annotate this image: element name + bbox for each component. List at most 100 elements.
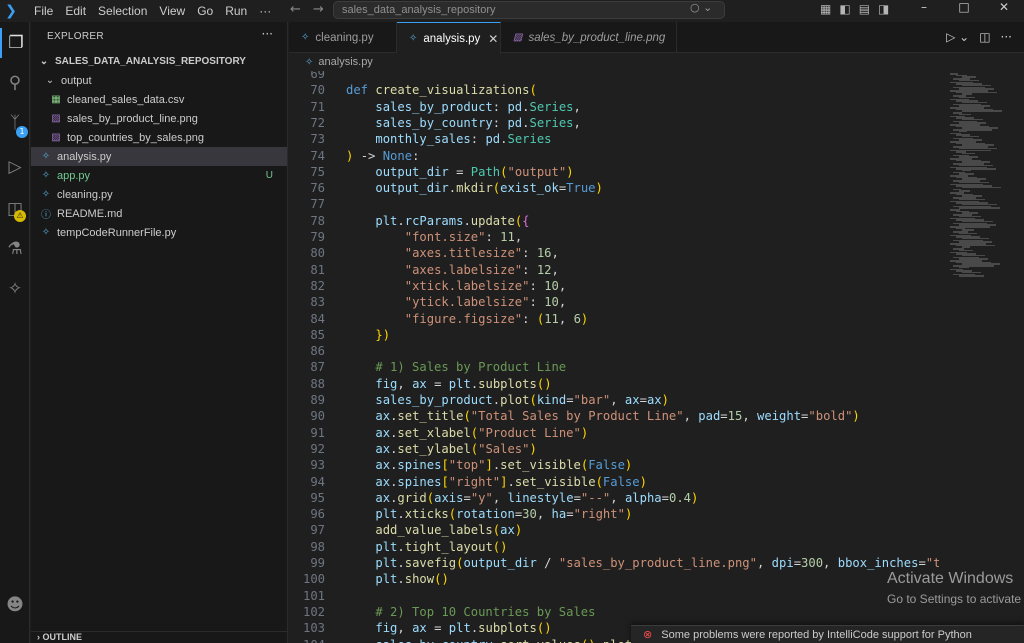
toggle-panel-icon[interactable]: ▤ bbox=[859, 2, 870, 16]
menu-more[interactable]: ··· bbox=[253, 4, 277, 18]
explorer-icon[interactable]: ❐ bbox=[0, 28, 30, 58]
maximize-button[interactable]: □ bbox=[944, 0, 984, 14]
code-line[interactable]: 98 plt.tight_layout() bbox=[289, 539, 939, 555]
menu-edit[interactable]: Edit bbox=[59, 4, 92, 18]
chevron-right-icon: › bbox=[37, 632, 40, 642]
run-debug-icon[interactable]: ▷ bbox=[0, 152, 30, 182]
code-line[interactable]: 83 "ytick.labelsize": 10, bbox=[289, 294, 939, 310]
code-line[interactable]: 78 plt.rcParams.update({ bbox=[289, 213, 939, 229]
line-number: 92 bbox=[310, 441, 325, 456]
code-line[interactable]: 90 ax.set_title("Total Sales by Product … bbox=[289, 408, 939, 424]
code-line[interactable]: 85 }) bbox=[289, 327, 939, 343]
line-number: 96 bbox=[310, 507, 325, 522]
menu-selection[interactable]: Selection bbox=[92, 4, 153, 18]
tree-item-tempcoderunnerfile[interactable]: ✧ tempCodeRunnerFile.py bbox=[31, 223, 287, 242]
minimize-button[interactable]: – bbox=[904, 0, 944, 14]
notification-toast[interactable]: ⊗ Some problems were reported by Intelli… bbox=[631, 625, 1024, 643]
code-line[interactable]: 74) -> None: bbox=[289, 148, 939, 164]
code-line[interactable]: 88 fig, ax = plt.subplots() bbox=[289, 376, 939, 392]
tree-item-label: README.md bbox=[57, 207, 123, 220]
toggle-sidebar-icon[interactable]: ◧ bbox=[839, 2, 850, 16]
line-number: 83 bbox=[310, 295, 325, 310]
code-line[interactable]: 96 plt.xticks(rotation=30, ha="right") bbox=[289, 506, 939, 522]
code-editor[interactable]: 69 70 def create_visualizations(71 sales_b… bbox=[289, 71, 939, 643]
code-line[interactable]: 82 "xtick.labelsize": 10, bbox=[289, 278, 939, 294]
tab-analysis-py[interactable]: ✧ analysis.py ✕ bbox=[397, 22, 501, 54]
tree-item-analysis-py[interactable]: ✧ analysis.py bbox=[31, 147, 287, 166]
code-line[interactable]: 87 # 1) Sales by Product Line bbox=[289, 359, 939, 375]
line-code: plt.rcParams.update({ bbox=[375, 213, 530, 228]
menu-file[interactable]: File bbox=[28, 4, 59, 18]
python-icon[interactable]: ✧ bbox=[0, 274, 30, 304]
chevron-down-icon: ⌄ bbox=[45, 75, 55, 86]
back-arrow-icon[interactable]: ← bbox=[290, 2, 301, 17]
activity-bar: ❐ ⚲ ᛉ 1 ▷ ◫ ⚠ ⚗ ✧ ☻ bbox=[0, 22, 30, 643]
tree-item-label: top_countries_by_sales.png bbox=[67, 131, 204, 144]
code-line[interactable]: 93 ax.spines["top"].set_visible(False) bbox=[289, 457, 939, 473]
code-line[interactable]: 75 output_dir = Path("output") bbox=[289, 164, 939, 180]
line-code: # 2) Top 10 Countries by Sales bbox=[346, 604, 596, 619]
code-line[interactable]: 76 output_dir.mkdir(exist_ok=True) bbox=[289, 180, 939, 196]
copilot-icon[interactable]: ○ ⌄ bbox=[690, 1, 712, 14]
more-actions-icon[interactable]: ··· bbox=[1001, 30, 1012, 44]
code-line[interactable]: 94 ax.spines["right"].set_visible(False) bbox=[289, 474, 939, 490]
tree-item-cleaning-py[interactable]: ✧ cleaning.py bbox=[31, 185, 287, 204]
explorer-more-button[interactable]: ··· bbox=[262, 27, 273, 41]
code-line[interactable]: 70 def create_visualizations( bbox=[289, 82, 939, 98]
line-number: 85 bbox=[310, 327, 325, 342]
run-icon[interactable]: ▷ ⌄ bbox=[946, 30, 969, 44]
code-line[interactable]: 95 ax.grid(axis="y", linestyle="--", alp… bbox=[289, 490, 939, 506]
code-line[interactable]: 81 "axes.labelsize": 12, bbox=[289, 262, 939, 278]
search-icon[interactable]: ⚲ bbox=[0, 68, 30, 98]
command-center-search[interactable]: sales_data_analysis_repository bbox=[333, 1, 725, 19]
vscode-logo-icon: ❯ bbox=[5, 3, 17, 19]
code-line[interactable]: 97 add_value_labels(ax) bbox=[289, 522, 939, 538]
line-code: "axes.titlesize": 16, bbox=[404, 246, 559, 261]
code-line[interactable]: 89 sales_by_product.plot(kind="bar", ax=… bbox=[289, 392, 939, 408]
code-line[interactable]: 73 monthly_sales: pd.Series bbox=[289, 131, 939, 147]
split-editor-icon[interactable]: ◫ bbox=[979, 30, 990, 44]
tree-item-cleaned-sales-data[interactable]: ▦ cleaned_sales_data.csv bbox=[31, 90, 287, 109]
minimap-line bbox=[959, 275, 984, 277]
tree-item-top-countries-by-sales[interactable]: ▨ top_countries_by_sales.png bbox=[31, 128, 287, 147]
code-line[interactable]: 92 ax.set_ylabel("Sales") bbox=[289, 441, 939, 457]
toggle-secondary-sidebar-icon[interactable]: ◨ bbox=[878, 2, 889, 16]
code-line[interactable]: 77 bbox=[289, 196, 939, 212]
code-line[interactable]: 80 "axes.titlesize": 16, bbox=[289, 245, 939, 261]
code-line[interactable]: 102 # 2) Top 10 Countries by Sales bbox=[289, 604, 939, 620]
close-window-button[interactable]: ✕ bbox=[984, 0, 1024, 14]
close-icon[interactable]: ✕ bbox=[488, 32, 498, 46]
code-line[interactable]: 84 "figure.figsize": (11, 6) bbox=[289, 311, 939, 327]
minimap[interactable] bbox=[946, 71, 1024, 643]
tree-item-app-py[interactable]: ✧ app.py U bbox=[31, 166, 287, 185]
tree-item-sales-by-product-line[interactable]: ▨ sales_by_product_line.png bbox=[31, 109, 287, 128]
breadcrumb-file[interactable]: analysis.py bbox=[318, 56, 372, 68]
outline-section[interactable]: › OUTLINE bbox=[31, 631, 287, 643]
testing-flask-icon[interactable]: ⚗ bbox=[0, 234, 30, 264]
tree-item-output-folder[interactable]: ⌄ output bbox=[31, 71, 287, 90]
menu-run[interactable]: Run bbox=[219, 4, 253, 18]
code-line[interactable]: 101 bbox=[289, 588, 939, 604]
explorer-sidebar: EXPLORER ··· ⌄ SALES_DATA_ANALYSIS_REPOS… bbox=[31, 22, 288, 643]
forward-arrow-icon[interactable]: → bbox=[313, 2, 324, 17]
code-line[interactable]: 100 plt.show() bbox=[289, 571, 939, 587]
menu-go[interactable]: Go bbox=[191, 4, 219, 18]
code-line[interactable]: 91 ax.set_xlabel("Product Line") bbox=[289, 425, 939, 441]
customize-layout-icon[interactable]: ▦ bbox=[820, 2, 831, 16]
code-line[interactable]: 86 bbox=[289, 343, 939, 359]
line-code: "ytick.labelsize": 10, bbox=[404, 295, 567, 310]
line-number: 89 bbox=[310, 393, 325, 407]
code-line[interactable]: 99 plt.savefig(output_dir / "sales_by_pr… bbox=[289, 555, 939, 571]
tree-item-readme[interactable]: ⓘ README.md bbox=[31, 204, 287, 223]
code-line[interactable]: 72 sales_by_country: pd.Series, bbox=[289, 115, 939, 131]
code-line[interactable]: 69 bbox=[289, 71, 939, 82]
code-line[interactable]: 71 sales_by_product: pd.Series, bbox=[289, 99, 939, 115]
editor-tabs: ✧ cleaning.py ✧ analysis.py ✕ ▨ sales_by… bbox=[289, 22, 1024, 54]
tab-sales-by-product-line[interactable]: ▨ sales_by_product_line.png bbox=[501, 22, 677, 53]
untracked-badge: U bbox=[265, 170, 273, 181]
code-line[interactable]: 79 "font.size": 11, bbox=[289, 229, 939, 245]
repository-root[interactable]: ⌄ SALES_DATA_ANALYSIS_REPOSITORY bbox=[31, 52, 287, 71]
tab-cleaning-py[interactable]: ✧ cleaning.py bbox=[289, 22, 397, 53]
account-icon[interactable]: ☻ bbox=[0, 590, 30, 620]
menu-view[interactable]: View bbox=[153, 4, 191, 18]
